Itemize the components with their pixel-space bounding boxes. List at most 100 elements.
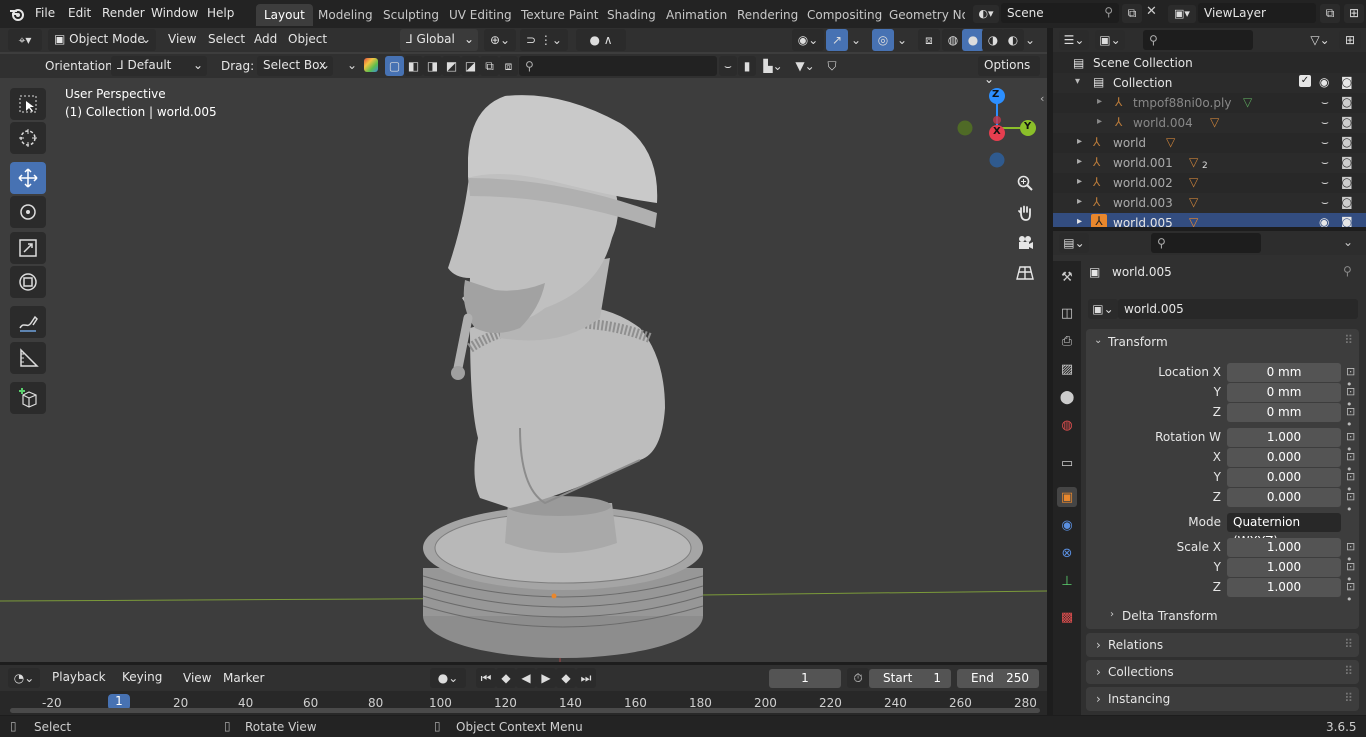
tab-layout[interactable]: Layout: [256, 4, 313, 26]
location-y-field[interactable]: 0 mm: [1227, 383, 1341, 402]
eye-closed-icon[interactable]: ⌣: [1321, 155, 1329, 170]
lock-icon[interactable]: ⊡ •: [1346, 490, 1359, 516]
location-z-field[interactable]: 0 mm: [1227, 403, 1341, 422]
tab-rendering[interactable]: Rendering: [729, 4, 806, 26]
delete-scene-icon[interactable]: ✕: [1146, 4, 1157, 19]
physics-tab-icon[interactable]: ◉: [1057, 515, 1077, 535]
tab-texture-paint[interactable]: Texture Paint: [513, 4, 606, 26]
outliner-row-collection[interactable]: ▾ ▤ Collection ✓ ◉ ◙: [1053, 73, 1366, 93]
new-view-layer-icon[interactable]: ⧉: [1320, 4, 1340, 23]
properties-search-input[interactable]: ⚲: [1151, 233, 1261, 253]
transform-panel-title[interactable]: Transform: [1108, 335, 1168, 349]
camera-icon[interactable]: ◙: [1341, 215, 1353, 227]
object-browse-icon[interactable]: ▣⌄: [1088, 299, 1118, 319]
keying-menu[interactable]: Keying ⌄: [116, 668, 174, 698]
timeline-editor[interactable]: ◔⌄ Playback ⌄ Keying ⌄ View Marker ●⌄ ⏮ …: [0, 665, 1047, 715]
camera-icon[interactable]: ◙: [1341, 175, 1353, 189]
play-icon[interactable]: ▶: [536, 668, 556, 688]
tool-tab-icon[interactable]: ⚒: [1057, 267, 1077, 287]
jump-start-icon[interactable]: ⏮: [476, 668, 496, 688]
eye-closed-icon[interactable]: ⌣: [1321, 195, 1329, 210]
chevron-right-icon[interactable]: ▸: [1077, 196, 1082, 207]
eye-closed-icon[interactable]: ⌣: [1321, 135, 1329, 150]
chevron-right-icon[interactable]: ▸: [1077, 136, 1082, 147]
end-frame-field[interactable]: End 250: [957, 669, 1039, 688]
world-tab-icon[interactable]: ◍: [1057, 415, 1077, 435]
rotation-w-field[interactable]: 1.000: [1227, 428, 1341, 447]
object-tab-icon[interactable]: ▣: [1057, 487, 1077, 507]
lock-icon[interactable]: ⊡ •: [1346, 580, 1359, 606]
scale-x-field[interactable]: 1.000: [1227, 538, 1341, 557]
outliner-row-world-004[interactable]: ▸ ⅄ world.004 ▽ ⌣ ◙: [1053, 113, 1366, 133]
chevron-right-icon[interactable]: ▸: [1097, 116, 1102, 127]
rotation-z-field[interactable]: 0.000: [1227, 488, 1341, 507]
camera-icon[interactable]: ◙: [1341, 155, 1353, 169]
relations-panel[interactable]: › Relations ⠿: [1086, 633, 1359, 657]
chevron-right-icon[interactable]: ▸: [1077, 176, 1082, 187]
checkbox-icon[interactable]: ✓: [1299, 75, 1311, 87]
object-name-field[interactable]: world.005: [1118, 299, 1358, 319]
eye-icon[interactable]: ◉: [1319, 75, 1329, 89]
drag-handle-icon[interactable]: ⠿: [1344, 637, 1353, 651]
tab-animation[interactable]: Animation: [658, 4, 735, 26]
outliner-row-world-001[interactable]: ▸ ⅄ world.001 ▽ 2 ⌣ ◙: [1053, 153, 1366, 173]
timeline-editor-type-icon[interactable]: ◔⌄: [8, 668, 40, 688]
scale-y-field[interactable]: 1.000: [1227, 558, 1341, 577]
camera-icon[interactable]: ◙: [1341, 195, 1353, 209]
current-frame-field[interactable]: 1: [769, 669, 841, 688]
properties-editor-type-icon[interactable]: ▤⌄: [1059, 233, 1089, 253]
drag-handle-icon[interactable]: ⠿: [1344, 664, 1353, 678]
chevron-down-icon[interactable]: ▾: [1075, 76, 1080, 87]
output-tab-icon[interactable]: ⎙: [1057, 331, 1077, 351]
tab-sculpting[interactable]: Sculpting: [375, 4, 447, 26]
collections-panel[interactable]: › Collections ⠿: [1086, 660, 1359, 684]
view-layer-field[interactable]: ViewLayer: [1198, 3, 1316, 23]
chevron-down-icon[interactable]: ⌄: [1343, 235, 1353, 249]
outliner-row-scene-collection[interactable]: ▤ Scene Collection: [1053, 53, 1366, 73]
outliner-row-world-003[interactable]: ▸ ⅄ world.003 ▽ ⌣ ◙: [1053, 193, 1366, 213]
play-reverse-icon[interactable]: ◀: [516, 668, 536, 688]
instancing-panel[interactable]: › Instancing ⠿: [1086, 687, 1359, 711]
delete-view-layer-icon[interactable]: ⊞: [1344, 4, 1364, 23]
timeline-menu-marker[interactable]: Marker: [223, 671, 264, 685]
object-data-tab-icon[interactable]: ⊥: [1057, 571, 1077, 591]
eye-closed-icon[interactable]: ⌣: [1321, 175, 1329, 190]
menu-edit[interactable]: Edit: [68, 6, 91, 20]
rotation-y-field[interactable]: 0.000: [1227, 468, 1341, 487]
outliner-panel[interactable]: ☰⌄ ▣⌄ ⚲ ▽⌄ ⊞ ▤ Scene Collection ▾ ▤ Coll…: [1053, 28, 1366, 227]
new-collection-icon[interactable]: ⊞: [1339, 30, 1361, 50]
stopwatch-icon[interactable]: ⏱: [847, 668, 869, 688]
scene-name-field[interactable]: Scene ⚲: [1001, 3, 1119, 23]
tab-geometry-nodes[interactable]: Geometry Noc: [881, 4, 965, 26]
outliner-search-input[interactable]: ⚲: [1143, 30, 1253, 50]
view-layer-icon[interactable]: ▣▾: [1168, 5, 1196, 23]
outliner-row-world-005[interactable]: ▸ ⅄ world.005 ▽ ◉ ◙: [1053, 213, 1366, 227]
menu-help[interactable]: Help: [207, 6, 234, 20]
eye-closed-icon[interactable]: ⌣: [1321, 95, 1329, 110]
tab-shading[interactable]: Shading: [599, 4, 664, 26]
prev-keyframe-icon[interactable]: ◆: [496, 668, 516, 688]
timeline-menu-view[interactable]: View: [183, 671, 211, 685]
chevron-right-icon[interactable]: ▸: [1077, 216, 1082, 227]
start-frame-field[interactable]: Start 1: [869, 669, 951, 688]
menu-render[interactable]: Render: [102, 6, 145, 20]
filter-icon[interactable]: ▽⌄: [1305, 30, 1335, 50]
collection-tab-icon[interactable]: ▭: [1057, 453, 1077, 473]
camera-icon[interactable]: ◙: [1341, 135, 1353, 149]
constraints-tab-icon[interactable]: ⊗: [1057, 543, 1077, 563]
tab-compositing[interactable]: Compositing: [799, 4, 890, 26]
camera-icon[interactable]: ◙: [1341, 115, 1353, 129]
location-x-field[interactable]: 0 mm: [1227, 363, 1341, 382]
rotation-x-field[interactable]: 0.000: [1227, 448, 1341, 467]
outliner-row-world-002[interactable]: ▸ ⅄ world.002 ▽ ⌣ ◙: [1053, 173, 1366, 193]
drag-handle-icon[interactable]: ⠿: [1344, 691, 1353, 705]
camera-icon[interactable]: ◙: [1341, 95, 1353, 109]
eye-closed-icon[interactable]: ⌣: [1321, 115, 1329, 130]
pin-icon[interactable]: ⚲: [1343, 264, 1352, 278]
jump-end-icon[interactable]: ⏭: [576, 668, 596, 688]
3d-viewport[interactable]: ⌖▾ ▣ Object Mode ⌄ View Select Add Objec…: [0, 28, 1047, 662]
menu-window[interactable]: Window: [151, 6, 198, 20]
render-tab-icon[interactable]: ◫: [1057, 303, 1077, 323]
drag-handle-icon[interactable]: ⠿: [1344, 333, 1353, 347]
chevron-right-icon[interactable]: ▸: [1097, 96, 1102, 107]
